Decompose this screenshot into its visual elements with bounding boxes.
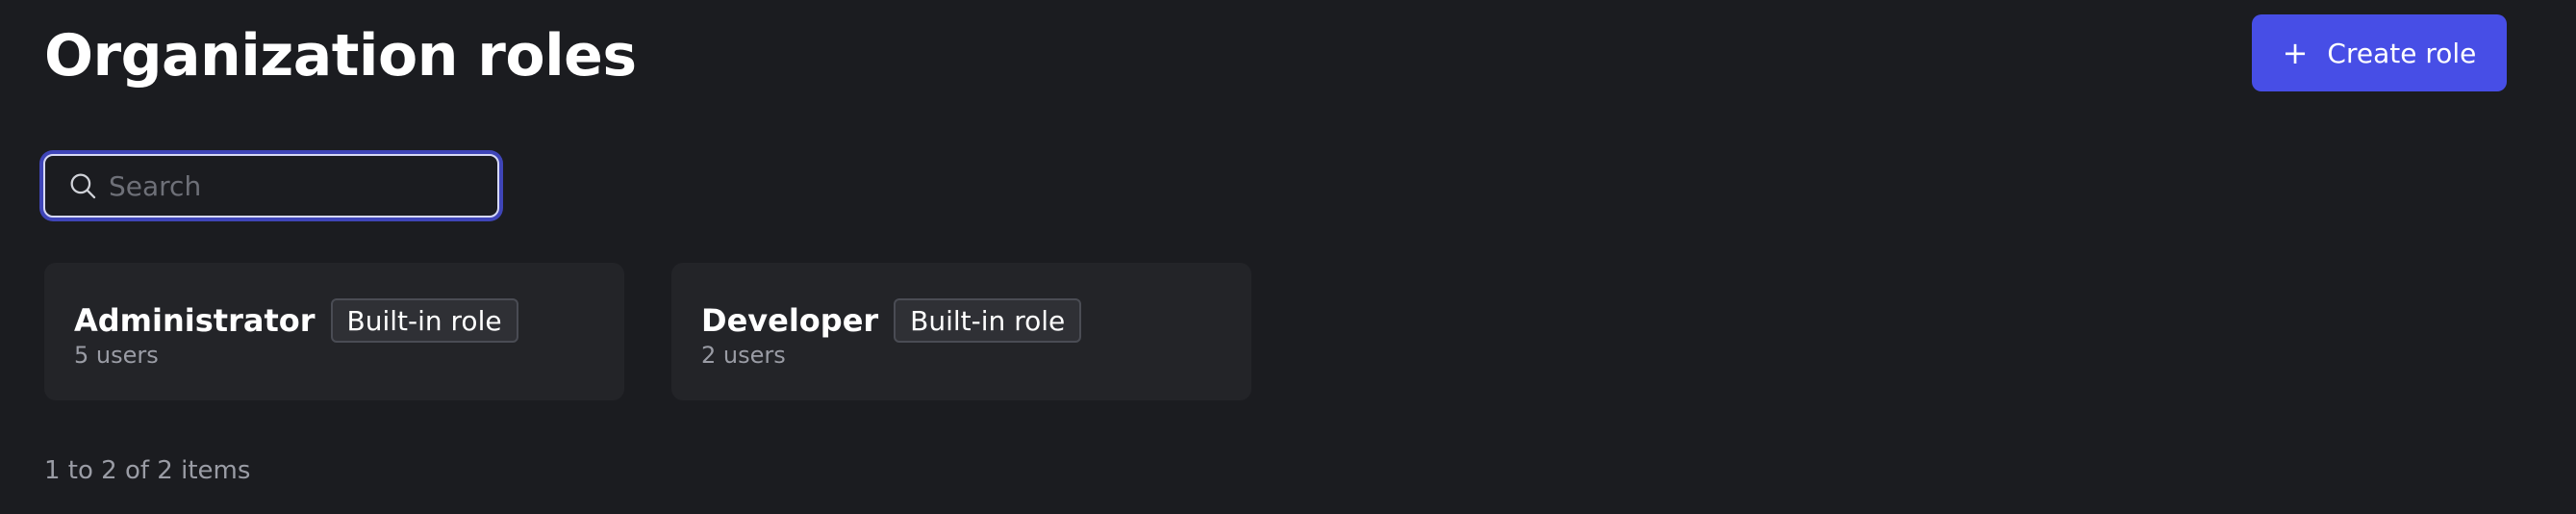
pagination-summary: 1 to 2 of 2 items: [44, 456, 251, 485]
search-icon: [70, 173, 96, 199]
built-in-role-badge: Built-in role: [894, 298, 1082, 343]
role-header: Administrator Built-in role: [74, 298, 518, 343]
role-card-developer[interactable]: Developer Built-in role 2 users: [671, 263, 1251, 400]
role-user-count: 5 users: [74, 342, 159, 369]
role-user-count: 2 users: [701, 342, 786, 369]
search-box[interactable]: [43, 154, 499, 218]
role-header: Developer Built-in role: [701, 298, 1082, 343]
plus-icon: +: [2282, 35, 2309, 71]
organization-roles-page: Organization roles + Create role Adminis…: [0, 0, 2576, 514]
create-role-label: Create role: [2327, 37, 2477, 69]
create-role-button[interactable]: + Create role: [2252, 14, 2507, 91]
built-in-role-badge: Built-in role: [330, 298, 518, 343]
role-name: Developer: [701, 302, 879, 339]
role-card-administrator[interactable]: Administrator Built-in role 5 users: [44, 263, 624, 400]
search-input[interactable]: [99, 156, 497, 216]
page-title: Organization roles: [44, 22, 637, 90]
role-name: Administrator: [74, 302, 316, 339]
